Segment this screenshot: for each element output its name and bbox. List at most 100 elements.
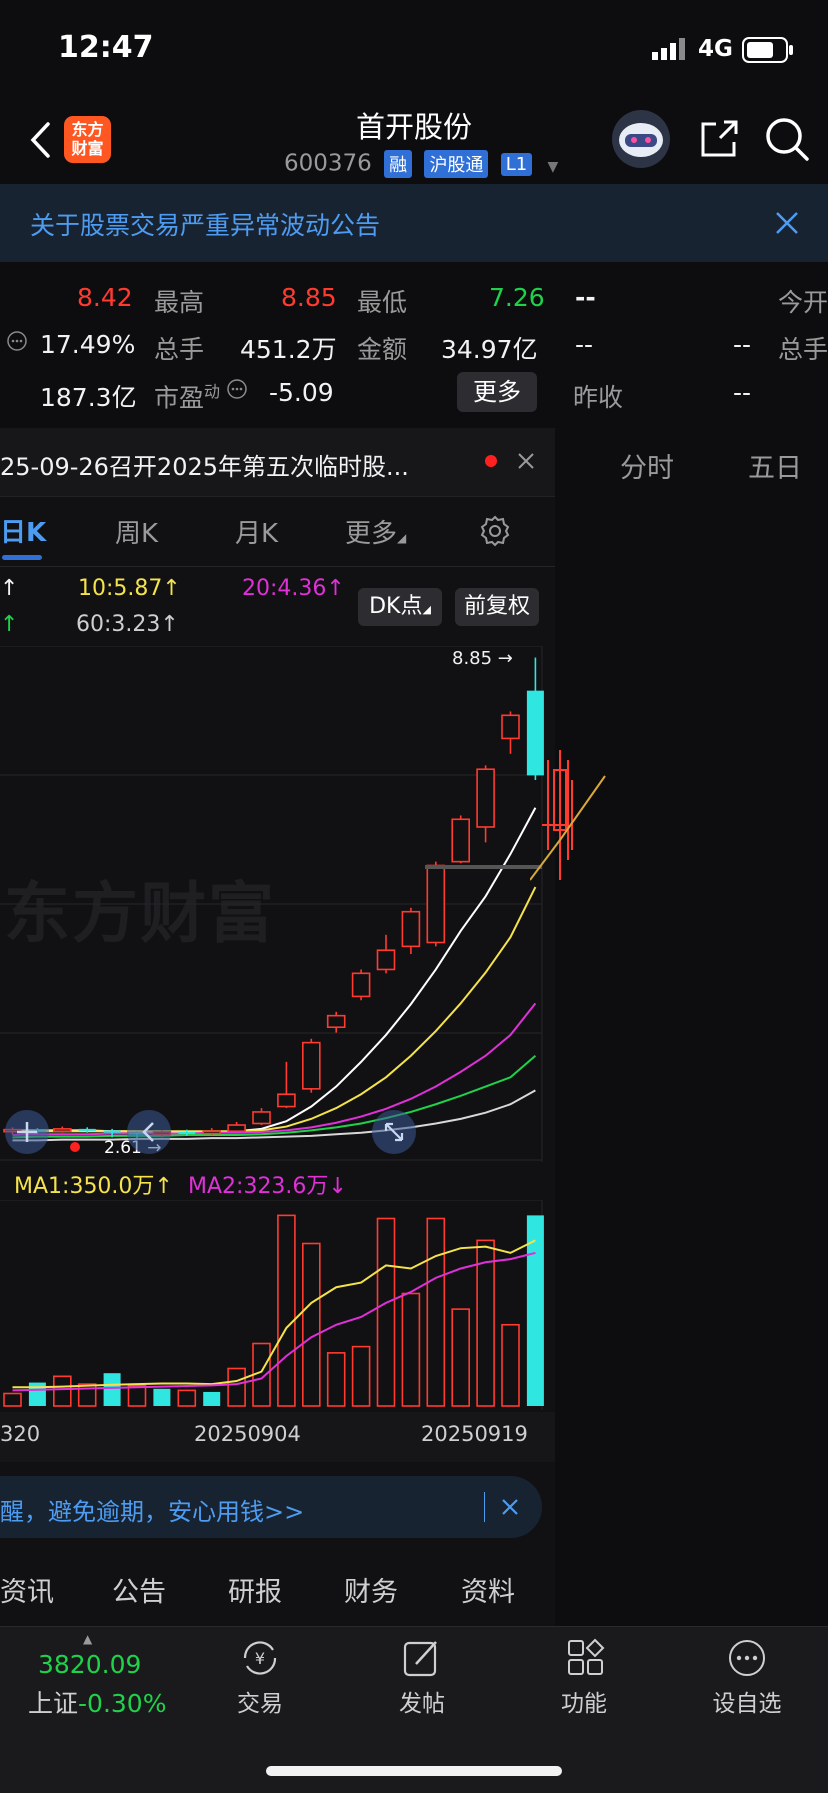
candle bbox=[376, 934, 396, 974]
more-dots-icon[interactable] bbox=[727, 1638, 767, 1682]
index-value[interactable]: 3820.09 bbox=[38, 1650, 141, 1679]
volume-bar bbox=[103, 1373, 121, 1406]
dk-point-button[interactable]: DK点◢ bbox=[358, 588, 442, 626]
volume-bar bbox=[301, 1242, 321, 1407]
tab-financials[interactable]: 财务 bbox=[344, 1570, 398, 1609]
volume-bar bbox=[203, 1391, 221, 1406]
volume-bar bbox=[3, 1392, 22, 1407]
intraday-mini-chart bbox=[530, 750, 606, 881]
ma60-legend: 60:3.23↑ bbox=[76, 612, 179, 637]
turnover-rate: 17.49% bbox=[40, 330, 136, 359]
candle bbox=[227, 1121, 246, 1132]
nav-add-watchlist[interactable]: 设自选 bbox=[697, 1684, 797, 1718]
candle bbox=[277, 1061, 296, 1109]
info-circle-icon[interactable] bbox=[6, 330, 28, 356]
close-icon[interactable] bbox=[516, 451, 536, 475]
tab-daily-k[interactable]: 日K bbox=[0, 512, 46, 549]
nav-trade[interactable]: 交易 bbox=[210, 1684, 310, 1718]
divider bbox=[0, 566, 555, 567]
close-icon[interactable] bbox=[774, 210, 800, 240]
promo-banner[interactable]: 醒，避免逾期，安心用钱>> bbox=[0, 1476, 542, 1538]
candle bbox=[52, 1126, 72, 1133]
tab-more[interactable]: 更多◢ bbox=[345, 513, 406, 550]
nav-post[interactable]: 发帖 bbox=[372, 1684, 472, 1718]
robot-avatar-icon[interactable] bbox=[612, 110, 670, 168]
event-row[interactable]: 25-09-26召开2025年第五次临时股... bbox=[0, 428, 555, 497]
ma-line-ma20 bbox=[12, 1002, 537, 1137]
value-prev-close: -- bbox=[733, 378, 752, 407]
battery-icon bbox=[742, 37, 794, 67]
candle bbox=[476, 765, 495, 843]
tab-intraday[interactable]: 分时 bbox=[620, 446, 674, 485]
volume-bar bbox=[476, 1239, 495, 1407]
promo-text[interactable]: 醒，避免逾期，安心用钱>> bbox=[0, 1492, 304, 1527]
label-low: 最低 bbox=[357, 288, 408, 317]
candle bbox=[401, 907, 421, 955]
forward-adjust-button[interactable]: 前复权 bbox=[455, 588, 539, 626]
kline-chart[interactable] bbox=[0, 646, 555, 1162]
search-icon[interactable] bbox=[764, 116, 810, 166]
ma5-arrow: ↑ bbox=[0, 576, 19, 601]
tab-announcements[interactable]: 公告 bbox=[112, 1570, 166, 1609]
ma10-legend: 10:5.87↑ bbox=[78, 576, 181, 601]
nav-functions[interactable]: 功能 bbox=[534, 1684, 634, 1718]
volume-chart[interactable] bbox=[0, 1200, 555, 1410]
zoom-in-icon[interactable] bbox=[5, 1110, 49, 1154]
gear-icon[interactable] bbox=[478, 514, 512, 552]
volume-bar bbox=[127, 1384, 147, 1407]
scroll-left-icon[interactable] bbox=[127, 1110, 171, 1154]
event-marker-dot[interactable] bbox=[70, 1142, 80, 1152]
more-button[interactable]: 更多 bbox=[457, 372, 537, 412]
candle bbox=[451, 815, 471, 864]
volume-bar bbox=[351, 1345, 371, 1407]
volume-bar bbox=[153, 1388, 171, 1406]
tab-news[interactable]: 资讯 bbox=[0, 1570, 54, 1609]
tab-research[interactable]: 研报 bbox=[228, 1570, 282, 1609]
volume-bar bbox=[326, 1352, 346, 1407]
chevron-down-icon: ▼ bbox=[547, 158, 559, 175]
vol-ma1-legend: MA1:350.0万↑ bbox=[14, 1174, 173, 1199]
home-indicator[interactable] bbox=[266, 1766, 562, 1776]
value-pe: -5.09 bbox=[269, 378, 334, 407]
date-tick-3: 20250919 bbox=[421, 1422, 528, 1446]
stock-code-line[interactable]: 600376 融 沪股通 L1 ▼ bbox=[284, 150, 558, 178]
value-volume: 451.2万 bbox=[240, 335, 337, 364]
share-icon[interactable] bbox=[698, 118, 740, 164]
svg-text:¥: ¥ bbox=[255, 1649, 265, 1668]
badge-margin: 融 bbox=[384, 150, 413, 178]
date-tick-2: 20250904 bbox=[194, 1422, 301, 1446]
status-time: 12:47 bbox=[58, 30, 154, 65]
info-circle-icon[interactable] bbox=[226, 378, 248, 404]
candle bbox=[301, 1038, 321, 1093]
fullscreen-icon[interactable] bbox=[372, 1110, 416, 1154]
tab-five-day[interactable]: 五日 bbox=[748, 446, 802, 485]
vol-ma2-legend: MA2:323.6万↓ bbox=[188, 1174, 347, 1199]
candle bbox=[326, 1011, 346, 1033]
volume-bar bbox=[426, 1217, 446, 1407]
event-text[interactable]: 25-09-26召开2025年第五次临时股... bbox=[0, 447, 409, 482]
candle bbox=[426, 861, 446, 947]
candle bbox=[501, 711, 520, 754]
tab-monthly-k[interactable]: 月K bbox=[235, 513, 278, 550]
high-label: 8.85 → bbox=[452, 648, 513, 669]
right-value-2: -- bbox=[575, 330, 594, 359]
trade-icon[interactable]: ¥ bbox=[237, 1638, 283, 1682]
notice-bar[interactable]: 关于股票交易严重异常波动公告 bbox=[0, 184, 828, 262]
label-volume: 总手 bbox=[154, 335, 205, 364]
compose-icon[interactable] bbox=[402, 1638, 442, 1682]
notice-text[interactable]: 关于股票交易严重异常波动公告 bbox=[30, 206, 380, 242]
apps-grid-icon[interactable] bbox=[566, 1638, 606, 1682]
value-low: 7.26 bbox=[489, 283, 545, 312]
volume-bar bbox=[52, 1375, 72, 1407]
price-current: 8.42 bbox=[77, 283, 133, 312]
volume-bar bbox=[277, 1214, 296, 1407]
volume-bar bbox=[177, 1389, 197, 1407]
candle bbox=[202, 1128, 221, 1136]
date-tick-1: 320 bbox=[0, 1422, 41, 1446]
candle bbox=[252, 1108, 271, 1126]
tab-weekly-k[interactable]: 周K bbox=[115, 513, 158, 550]
close-icon[interactable] bbox=[500, 1497, 520, 1521]
index-line[interactable]: 上证-0.30% bbox=[28, 1684, 166, 1720]
unread-dot bbox=[485, 455, 497, 467]
tab-profile[interactable]: 资料 bbox=[461, 1570, 515, 1609]
